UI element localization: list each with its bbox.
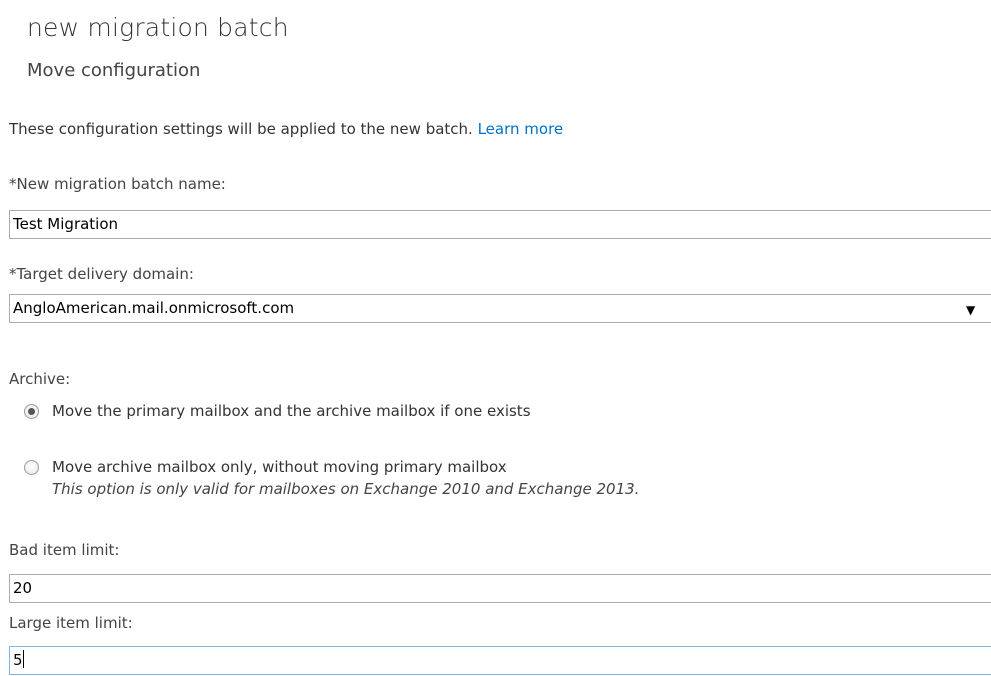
batch-name-label: *New migration batch name: [9, 175, 226, 193]
target-domain-value: AngloAmerican.mail.onmicrosoft.com [13, 299, 295, 317]
large-item-limit-value: 5 [13, 651, 23, 669]
bad-item-limit-input[interactable]: 20 [9, 574, 991, 603]
learn-more-link[interactable]: Learn more [478, 120, 564, 138]
target-domain-select[interactable]: AngloAmerican.mail.onmicrosoft.com ▼ [9, 294, 991, 323]
page-subtitle: Move configuration [27, 60, 201, 81]
bad-item-limit-label: Bad item limit: [9, 541, 120, 559]
radio-unselected-icon[interactable] [24, 460, 39, 475]
archive-label: Archive: [9, 370, 71, 388]
archive-option-label: Move archive mailbox only, without movin… [52, 458, 507, 476]
target-domain-label: *Target delivery domain: [9, 265, 194, 283]
archive-option-label: Move the primary mailbox and the archive… [52, 402, 531, 420]
intro-text: These configuration settings will be app… [9, 120, 563, 138]
archive-option-note: This option is only valid for mailboxes … [52, 480, 640, 498]
batch-name-input[interactable]: Test Migration [9, 210, 991, 239]
radio-selected-icon[interactable] [24, 404, 39, 419]
page-title: new migration batch [27, 13, 289, 42]
large-item-limit-label: Large item limit: [9, 614, 133, 632]
intro-description: These configuration settings will be app… [9, 120, 473, 138]
large-item-limit-input[interactable]: 5 [9, 646, 991, 675]
text-cursor [22, 650, 24, 668]
chevron-down-icon[interactable]: ▼ [966, 297, 975, 324]
